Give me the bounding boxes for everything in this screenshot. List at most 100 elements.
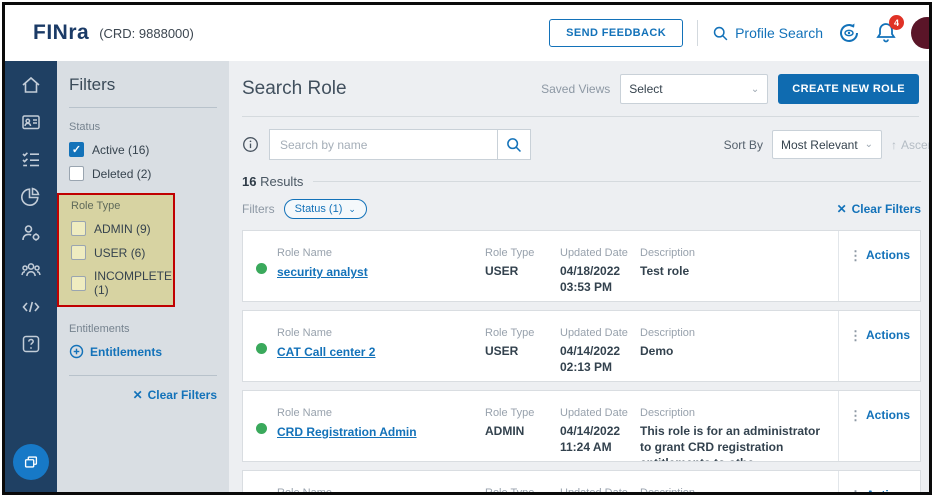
sort-select[interactable]: Most Relevant ⌄ — [772, 130, 882, 159]
filter-option-user[interactable]: USER (6) — [71, 245, 173, 260]
role-name-link[interactable]: CAT Call center 2 — [277, 345, 375, 359]
home-icon[interactable] — [20, 74, 42, 96]
role-result-row: Role Name CAT Call center 2 Role Type US… — [242, 310, 921, 382]
task-list-icon[interactable] — [20, 148, 42, 170]
checkbox-icon[interactable] — [71, 221, 86, 236]
id-card-icon[interactable] — [20, 111, 42, 133]
updated-date-header: Updated Date — [560, 407, 640, 419]
checkbox-icon[interactable] — [71, 245, 86, 260]
sort-value: Most Relevant — [781, 138, 858, 152]
active-status-dot — [256, 343, 267, 354]
option-count: (1) — [94, 283, 109, 297]
checkbox-icon[interactable] — [71, 276, 86, 291]
page-title: Search Role — [242, 78, 347, 100]
pie-chart-icon[interactable] — [20, 185, 42, 207]
saved-views-value: Select — [629, 82, 662, 96]
actions-label: Actions — [866, 328, 910, 342]
ascending-label: Ascending — [901, 138, 929, 152]
nav-sidebar — [5, 61, 57, 492]
option-count: (6) — [131, 246, 146, 260]
role-type-value: USER — [485, 263, 560, 279]
header-divider — [242, 116, 919, 117]
chevron-down-icon: ⌄ — [865, 139, 873, 150]
top-header: FINra (CRD: 9888000) SEND FEEDBACK Profi… — [5, 5, 929, 61]
role-type-group-label: Role Type — [71, 200, 173, 212]
option-label: Deleted — [92, 167, 133, 181]
active-status-dot — [256, 263, 267, 274]
role-name-header: Role Name — [277, 247, 485, 259]
role-type-highlight-box: Role Type ADMIN (9) USER (6) INCOMPLETE … — [57, 193, 175, 307]
results-divider — [313, 181, 921, 182]
entitlements-group-label: Entitlements — [69, 323, 217, 335]
option-label: INCOMPLETE — [94, 269, 172, 283]
actions-menu-button[interactable]: ⋮ Actions — [838, 311, 920, 381]
role-name-link[interactable]: CRD Registration Admin — [277, 425, 417, 439]
folders-icon — [22, 453, 40, 471]
history-watch-button[interactable] — [837, 21, 861, 45]
saved-views-label: Saved Views — [541, 82, 610, 96]
role-type-value: USER — [485, 343, 560, 359]
role-result-row: Role Name Compliance dept Role Type USER… — [242, 470, 921, 492]
actions-menu-button[interactable]: ⋮ Actions — [838, 231, 920, 301]
role-name-link[interactable]: security analyst — [277, 265, 368, 279]
applied-filters-label: Filters — [242, 202, 275, 216]
app-screen: FINra (CRD: 9888000) SEND FEEDBACK Profi… — [0, 0, 936, 500]
send-feedback-button[interactable]: SEND FEEDBACK — [549, 19, 683, 47]
ascending-toggle[interactable]: ↑ Ascending — [891, 138, 929, 152]
filter-option-deleted[interactable]: Deleted (2) — [69, 166, 217, 181]
updated-date-header: Updated Date — [560, 487, 640, 492]
saved-views-select[interactable]: Select ⌄ — [620, 74, 768, 104]
updated-date-header: Updated Date — [560, 327, 640, 339]
vertical-dots-icon: ⋮ — [849, 248, 862, 264]
main-clear-filters-link[interactable]: ✕ Clear Filters — [837, 202, 921, 216]
option-label: Active — [92, 143, 125, 157]
actions-menu-button[interactable]: ⋮ Actions — [838, 391, 920, 461]
chevron-down-icon: ⌄ — [751, 84, 759, 95]
team-icon[interactable] — [20, 259, 42, 281]
code-icon[interactable] — [20, 296, 42, 318]
description-value: This role is for an administrator to gra… — [640, 423, 828, 462]
info-icon[interactable] — [242, 136, 259, 153]
actions-menu-button[interactable]: ⋮ Actions — [838, 471, 920, 492]
role-result-row: Role Name security analyst Role Type USE… — [242, 230, 921, 302]
main-content: Search Role Saved Views Select ⌄ CREATE … — [229, 61, 929, 492]
filter-option-active[interactable]: ✓ Active (16) — [69, 142, 217, 157]
status-filter-chip[interactable]: Status (1) ⌄ — [284, 199, 367, 219]
filter-option-incomplete[interactable]: INCOMPLETE (1) — [71, 269, 173, 297]
actions-label: Actions — [866, 248, 910, 262]
profile-search-link[interactable]: Profile Search — [712, 25, 823, 42]
checkbox-icon[interactable] — [69, 166, 84, 181]
user-settings-icon[interactable] — [20, 222, 42, 244]
role-type-header: Role Type — [485, 487, 560, 492]
create-new-role-button[interactable]: CREATE NEW ROLE — [778, 74, 919, 104]
role-result-row: Role Name CRD Registration Admin Role Ty… — [242, 390, 921, 462]
search-submit-button[interactable] — [497, 129, 531, 160]
add-entitlements-link[interactable]: Entitlements — [69, 344, 217, 359]
chip-label: Status (1) — [295, 203, 343, 215]
help-icon[interactable] — [20, 333, 42, 355]
sort-by-label: Sort By — [724, 138, 763, 152]
role-type-header: Role Type — [485, 407, 560, 419]
user-avatar[interactable] — [911, 17, 929, 49]
checkbox-checked-icon[interactable]: ✓ — [69, 142, 84, 157]
notifications-bell-button[interactable]: 4 — [875, 21, 897, 45]
results-list: Role Name security analyst Role Type USE… — [242, 230, 929, 492]
search-icon — [712, 25, 729, 42]
filters-title: Filters — [69, 75, 217, 108]
option-label: ADMIN — [94, 222, 133, 236]
sidebar-clear-filters-link[interactable]: ✕ Clear Filters — [69, 388, 217, 402]
actions-label: Actions — [866, 408, 910, 422]
role-type-header: Role Type — [485, 247, 560, 259]
arrow-up-icon: ↑ — [891, 138, 897, 152]
profile-search-label: Profile Search — [735, 25, 823, 41]
role-type-value: ADMIN — [485, 423, 560, 439]
results-count-text: 16 Results — [242, 174, 303, 189]
status-group-label: Status — [69, 121, 217, 133]
pages-launcher-button[interactable] — [13, 444, 49, 480]
filter-option-admin[interactable]: ADMIN (9) — [71, 221, 173, 236]
description-header: Description — [640, 327, 828, 339]
role-name-header: Role Name — [277, 487, 485, 492]
search-input[interactable] — [269, 129, 497, 160]
notification-badge: 4 — [889, 15, 904, 30]
role-name-header: Role Name — [277, 327, 485, 339]
